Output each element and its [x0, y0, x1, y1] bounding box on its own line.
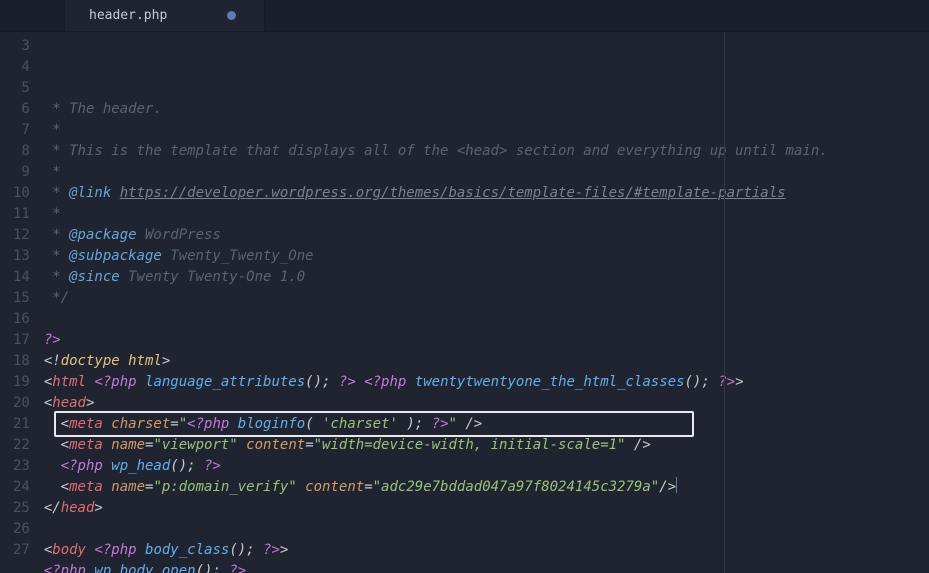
line-number: 23: [0, 456, 30, 477]
code-line: * The header.: [44, 99, 929, 120]
ruler-guide: [724, 32, 725, 573]
line-number: 3: [0, 36, 30, 57]
code-line: * @since Twenty Twenty-One 1.0: [44, 267, 929, 288]
text-caret: [676, 477, 677, 493]
line-number: 17: [0, 330, 30, 351]
dirty-indicator-icon: [227, 11, 236, 20]
code-line: <?php wp_head(); ?>: [44, 456, 929, 477]
line-number: 19: [0, 372, 30, 393]
line-number: 15: [0, 288, 30, 309]
line-number: 7: [0, 120, 30, 141]
code-area[interactable]: * The header. * * This is the template t…: [44, 32, 929, 573]
file-tab[interactable]: header.php: [65, 0, 265, 31]
line-number: 25: [0, 498, 30, 519]
line-number: 13: [0, 246, 30, 267]
code-line: <meta name="viewport" content="width=dev…: [44, 435, 929, 456]
line-number: 8: [0, 141, 30, 162]
code-line: <?php wp_body_open(); ?>: [44, 561, 929, 573]
code-line: [44, 309, 929, 330]
tab-spacer: [0, 0, 65, 31]
line-number: 20: [0, 393, 30, 414]
editor-root: header.php 34567891011121314151617181920…: [0, 0, 929, 573]
code-line: <meta name="p:domain_verify" content="ad…: [44, 477, 929, 498]
code-line: *: [44, 204, 929, 225]
tab-bar-rest: [265, 0, 929, 31]
code-line: ?>: [44, 330, 929, 351]
line-number: 5: [0, 78, 30, 99]
line-number: 10: [0, 183, 30, 204]
line-number: 27: [0, 540, 30, 561]
code-line: <body <?php body_class(); ?>>: [44, 540, 929, 561]
code-line: */: [44, 288, 929, 309]
line-number: 12: [0, 225, 30, 246]
code-line: <html <?php language_attributes(); ?> <?…: [44, 372, 929, 393]
line-number: 9: [0, 162, 30, 183]
line-number-gutter: 3456789101112131415161718192021222324252…: [0, 32, 44, 573]
line-number: 26: [0, 519, 30, 540]
code-line: *: [44, 120, 929, 141]
code-line: <meta charset="<?php bloginfo( 'charset'…: [44, 414, 929, 435]
code-line: <!doctype html>: [44, 351, 929, 372]
line-number: 24: [0, 477, 30, 498]
tab-bar: header.php: [0, 0, 929, 32]
code-line: * @subpackage Twenty_Twenty_One: [44, 246, 929, 267]
line-number: 6: [0, 99, 30, 120]
code-line: * @package WordPress: [44, 225, 929, 246]
code-line: * @link https://developer.wordpress.org/…: [44, 183, 929, 204]
line-number: 22: [0, 435, 30, 456]
line-number: 14: [0, 267, 30, 288]
code-line: </head>: [44, 498, 929, 519]
editor-body: 3456789101112131415161718192021222324252…: [0, 32, 929, 573]
tab-filename: header.php: [89, 8, 167, 23]
line-number: 18: [0, 351, 30, 372]
code-line: * This is the template that displays all…: [44, 141, 929, 162]
code-line: [44, 519, 929, 540]
line-number: 11: [0, 204, 30, 225]
code-line: *: [44, 162, 929, 183]
code-line: <head>: [44, 393, 929, 414]
line-number: 4: [0, 57, 30, 78]
line-number: 21: [0, 414, 30, 435]
line-number: 16: [0, 309, 30, 330]
